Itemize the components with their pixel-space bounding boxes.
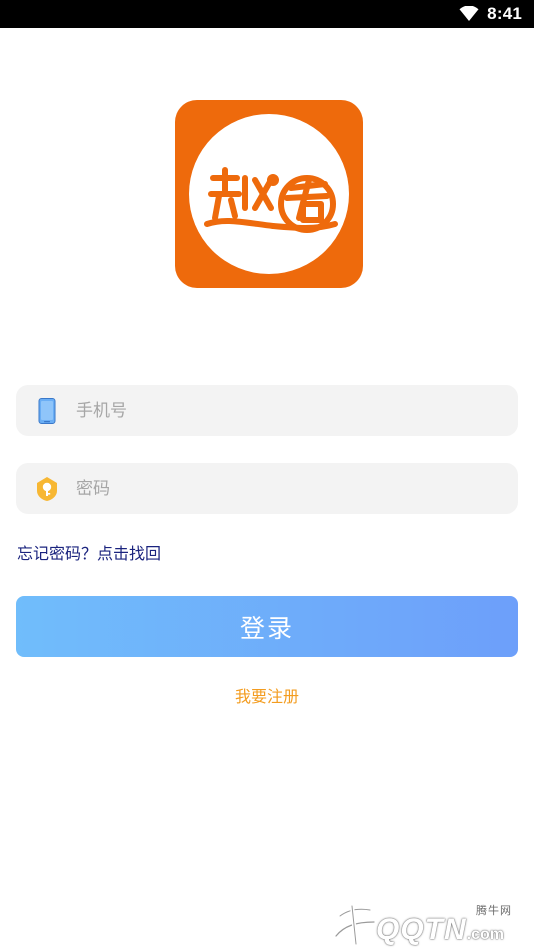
forgot-password-link[interactable]: 忘记密码？点击找回 [17, 542, 161, 566]
register-link[interactable]: 我要注册 [0, 685, 534, 709]
wifi-icon [459, 6, 479, 21]
phone-icon [38, 398, 56, 424]
password-input[interactable] [76, 463, 496, 514]
watermark-logo-icon [333, 904, 377, 946]
status-time: 8:41 [487, 4, 522, 23]
watermark-suffix: .com [466, 926, 505, 943]
watermark-brand: QQTN [376, 913, 467, 946]
app-logo-icon [204, 167, 338, 233]
password-field[interactable] [16, 463, 518, 514]
phone-input[interactable] [76, 385, 496, 436]
login-button[interactable]: 登录 [16, 596, 518, 657]
phone-field[interactable] [16, 385, 518, 436]
watermark-bottom-text: QQTN.com [376, 913, 504, 947]
key-shield-icon [37, 477, 57, 501]
status-bar-right: 8:41 [459, 0, 522, 28]
site-watermark: 腾牛网 QQTN.com [330, 896, 534, 949]
app-logo [175, 100, 363, 288]
status-bar: 8:41 [0, 0, 534, 28]
